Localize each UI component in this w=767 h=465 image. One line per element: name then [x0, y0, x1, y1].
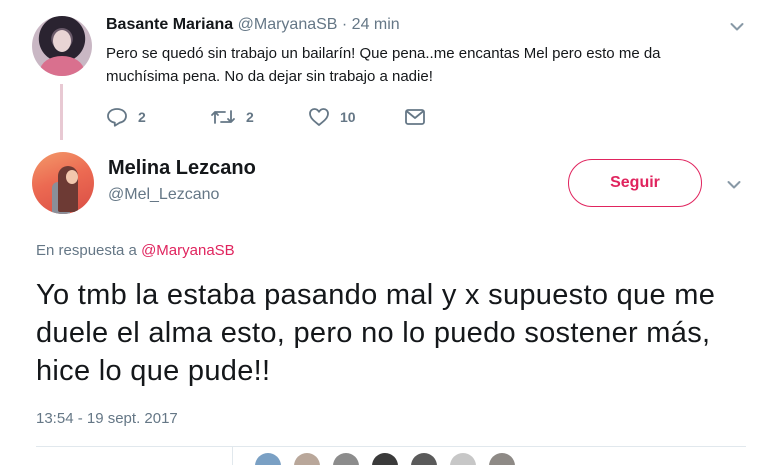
author-name[interactable]: Basante Mariana: [106, 16, 233, 33]
like-button[interactable]: 10: [308, 107, 404, 127]
tweet-text: Yo tmb la estaba pasando mal y x supuest…: [36, 279, 716, 387]
parent-tweet[interactable]: Basante Mariana @MaryanaSB · 24 min Pero…: [0, 0, 767, 140]
direct-message-icon: [404, 108, 436, 126]
thread-connector-line: [60, 84, 63, 140]
author-handle[interactable]: @Mel_Lezcano: [108, 186, 219, 204]
retweet-count: 2: [246, 109, 254, 125]
tweet-text: Pero se quedó sin trabajo un bailarín! Q…: [106, 45, 661, 85]
replying-to: En respuesta a @MaryanaSB: [36, 242, 235, 259]
like-count: 10: [340, 109, 356, 125]
liker-avatar[interactable]: [372, 453, 398, 465]
retweet-button[interactable]: 2: [210, 107, 308, 127]
avatar-body: [40, 56, 84, 76]
author-name[interactable]: Melina Lezcano: [108, 157, 256, 180]
tweet-actions: 2 2 10: [106, 104, 436, 130]
replying-prefix: En respuesta a: [36, 242, 142, 259]
heart-icon: [308, 107, 340, 127]
reply-icon: [106, 107, 138, 127]
likers-row: [232, 447, 528, 465]
follow-button[interactable]: Seguir: [568, 159, 702, 207]
avatar-face: [66, 170, 78, 184]
chevron-down-icon[interactable]: [730, 22, 744, 32]
chevron-down-icon[interactable]: [727, 180, 741, 190]
direct-message-button[interactable]: [404, 108, 436, 126]
avatar-face: [53, 30, 71, 52]
reply-count: 2: [138, 109, 146, 125]
tweet-timestamp[interactable]: 13:54 - 19 sept. 2017: [36, 410, 178, 427]
replying-mention-link[interactable]: @MaryanaSB: [141, 242, 235, 259]
retweet-icon: [210, 107, 246, 127]
reply-button[interactable]: 2: [106, 107, 210, 127]
liker-avatar[interactable]: [333, 453, 359, 465]
liker-avatar[interactable]: [411, 453, 437, 465]
divider: [232, 447, 233, 465]
avatar[interactable]: [32, 16, 92, 76]
avatar[interactable]: [32, 152, 94, 214]
liker-avatar[interactable]: [450, 453, 476, 465]
liker-avatar[interactable]: [294, 453, 320, 465]
parent-tweet-header: Basante Mariana @MaryanaSB · 24 min: [106, 16, 400, 34]
author-meta[interactable]: @MaryanaSB · 24 min: [238, 16, 400, 33]
liker-avatar[interactable]: [489, 453, 515, 465]
liker-avatar[interactable]: [255, 453, 281, 465]
